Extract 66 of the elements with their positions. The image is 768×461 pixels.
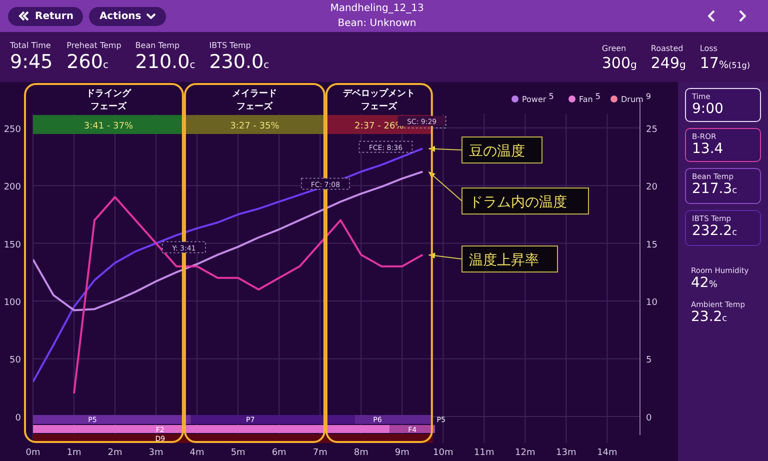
y-tick-label: 25 [646,124,658,135]
x-tick-label: 12m [515,448,536,458]
stat-value: 249g [650,53,686,74]
stat-value: 17%(51g) [700,53,750,74]
x-tick-label: 8m [354,448,368,458]
callout-label: 温度上昇率 [469,252,539,268]
y-tick-label: 0 [15,413,21,424]
x-tick-label: 6m [272,448,286,458]
callout-label: 豆の温度 [469,144,525,160]
readout-value: 13.4 [692,141,724,158]
y-tick-label: 50 [10,356,21,366]
previous-icon[interactable] [708,10,716,22]
roast-title: Mandheling_12_13 [330,2,424,16]
stat-label: Preheat Temp [66,41,122,50]
stat-value: 230.0c [209,50,270,75]
actions-button[interactable]: Actions [89,6,166,26]
stat-label: Loss [700,44,718,53]
next-icon[interactable] [738,10,746,22]
y-tick-label: 15 [646,240,658,250]
bean-name: Bean: Unknown [336,17,418,31]
x-tick-label: 7m [312,448,328,458]
stat-value: 260c [66,50,110,75]
phase-title: ドライング フェーズ [86,89,131,112]
y-tick-label: 0 [646,413,652,424]
x-tick-label: 2m [108,448,122,458]
legend-label: Power 5 [522,92,554,104]
y-tick-label: 250 [4,124,21,135]
y-tick-label: 10 [646,298,658,308]
x-tick-label: 0m [26,448,40,458]
y-tick-label: 20 [646,182,658,193]
x-tick-label: 9m [394,448,410,458]
phase-title: デベロップメント フェーズ [343,89,416,112]
phase-duration: 3:41 - 37% [84,122,134,132]
stat-value: 210.0c [135,50,196,75]
readout-value: 9:00 [692,101,724,118]
x-tick-label: 4m [190,448,204,458]
callout-label: ドラム内の温度 [469,194,567,210]
phase-duration: 3:27 - 35% [230,122,280,132]
double-chevron-left-icon [18,11,30,21]
x-tick-label: 11m [474,448,494,458]
y-tick-label: 5 [646,356,652,366]
y-tick-label: 150 [4,240,21,250]
readout-value: 217.3c [692,181,738,199]
x-tick-label: 5m [230,448,246,458]
stat-label: Total Time [10,41,52,50]
x-tick-label: 1m [66,448,82,458]
stat-label: Green [602,44,628,53]
x-tick-label: 10m [433,448,454,458]
stat-label: Roasted [650,44,684,53]
legend-label: Fan 5 [579,92,600,104]
legend-label: Drum 9 [621,92,651,104]
ambient-value: 42% [691,275,718,293]
readout-value: 232.2c [692,223,738,241]
ambient-value: 23.2c [691,309,728,327]
x-tick-label: 3m [148,448,164,458]
stat-label: Bean Temp [135,41,181,50]
y-tick-label: 100 [4,298,21,308]
stat-value: 9:45 [10,50,53,74]
chevron-down-icon [146,13,156,19]
stat-value: 300g [602,53,637,74]
x-tick-label: 13m [556,448,576,458]
x-tick-label: 14m [597,448,618,458]
stat-label: IBTS Temp [209,41,252,50]
phase-title: メイラード フェーズ [232,89,278,112]
y-tick-label: 200 [4,182,21,193]
return-button[interactable]: Return [8,6,84,26]
